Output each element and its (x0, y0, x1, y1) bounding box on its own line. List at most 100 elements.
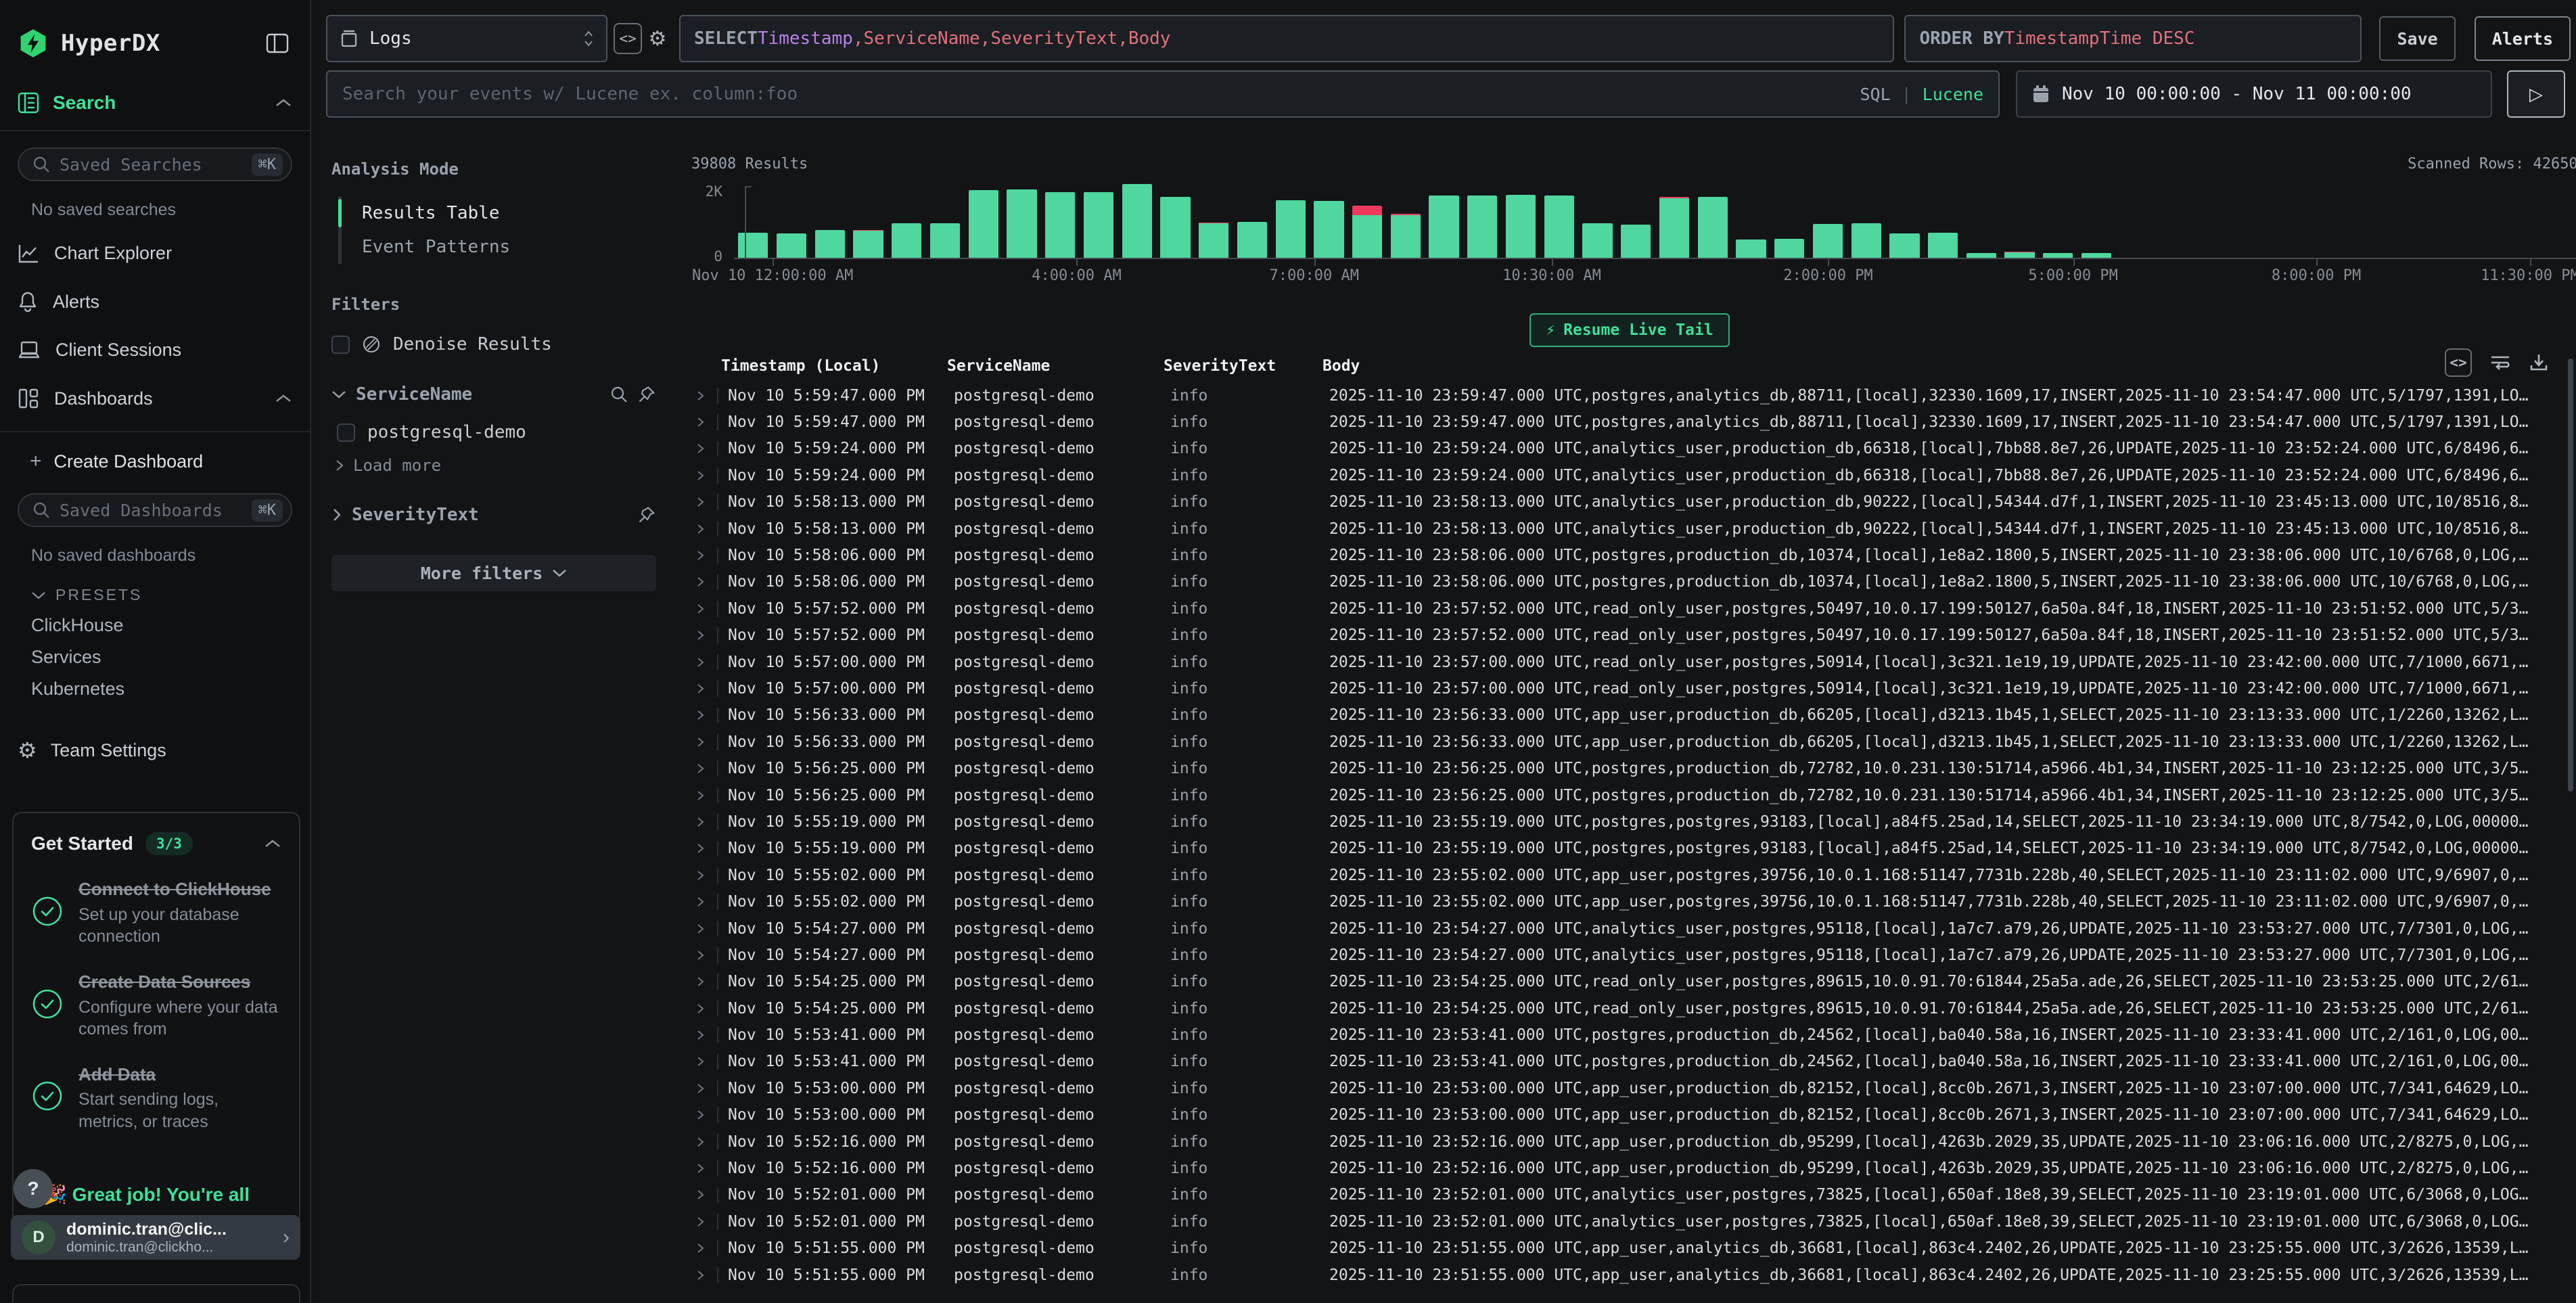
row-expand-icon[interactable] (683, 521, 718, 537)
table-row[interactable]: Nov 10 5:52:01.000 PMpostgresql-demoinfo… (683, 1208, 2576, 1235)
histogram-bar[interactable] (849, 183, 888, 258)
row-expand-icon[interactable] (683, 1214, 718, 1230)
row-expand-icon[interactable] (683, 574, 718, 591)
saved-dashboards-field[interactable] (60, 501, 242, 520)
histogram-bar[interactable] (1348, 183, 1387, 258)
table-row[interactable]: Nov 10 5:51:55.000 PMpostgresql-demoinfo… (683, 1262, 2576, 1288)
table-row[interactable]: Nov 10 5:55:19.000 PMpostgresql-demoinfo… (683, 836, 2576, 862)
row-expand-icon[interactable] (683, 627, 718, 643)
time-range-picker[interactable]: Nov 10 00:00:00 - Nov 11 00:00:00 (2016, 70, 2492, 118)
table-row[interactable]: Nov 10 5:55:19.000 PMpostgresql-demoinfo… (683, 808, 2576, 835)
user-menu[interactable]: D dominic.tran@clic... dominic.tran@clic… (11, 1215, 300, 1260)
histogram-bar[interactable] (1732, 183, 1770, 258)
table-row[interactable]: Nov 10 5:53:00.000 PMpostgresql-demoinfo… (683, 1075, 2576, 1101)
row-expand-icon[interactable] (683, 414, 718, 430)
row-expand-icon[interactable] (683, 814, 718, 830)
row-expand-icon[interactable] (683, 388, 718, 404)
table-row[interactable]: Nov 10 5:58:13.000 PMpostgresql-demoinfo… (683, 516, 2576, 542)
more-filters-button[interactable]: More filters (331, 555, 656, 591)
sidebar-item-chart-explorer[interactable]: Chart Explorer (0, 229, 310, 277)
histogram-bar[interactable] (773, 183, 811, 258)
table-row[interactable]: Nov 10 5:59:47.000 PMpostgresql-demoinfo… (683, 409, 2576, 435)
histogram-bar[interactable] (2461, 183, 2500, 258)
run-query-button[interactable]: ▷ (2507, 70, 2565, 118)
row-expand-icon[interactable] (683, 974, 718, 990)
histogram-bar[interactable] (1195, 183, 1233, 258)
histogram-bar[interactable] (1156, 183, 1195, 258)
histogram-bar[interactable] (1540, 183, 1578, 258)
code-mode-button[interactable]: <> (613, 21, 643, 56)
row-expand-icon[interactable] (683, 1134, 718, 1150)
histogram-bar[interactable] (1962, 183, 2001, 258)
histogram-bar[interactable] (1271, 183, 1310, 258)
table-row[interactable]: Nov 10 5:57:52.000 PMpostgresql-demoinfo… (683, 595, 2576, 622)
histogram-bar[interactable] (2154, 183, 2192, 258)
histogram-bar[interactable] (1617, 183, 1655, 258)
histogram-bar[interactable] (1041, 183, 1080, 258)
sidebar-item-client-sessions[interactable]: Client Sessions (0, 326, 310, 374)
row-expand-icon[interactable] (683, 867, 718, 884)
lucene-toggle[interactable]: Lucene (1923, 85, 1983, 104)
histogram-bar[interactable] (1885, 183, 1924, 258)
row-expand-icon[interactable] (683, 654, 718, 670)
chevron-up-icon[interactable] (275, 97, 292, 108)
chevron-up-icon[interactable] (264, 838, 281, 849)
table-row[interactable]: Nov 10 5:57:00.000 PMpostgresql-demoinfo… (683, 675, 2576, 702)
histogram-bar[interactable] (2039, 183, 2077, 258)
histogram-bar[interactable] (1425, 183, 1463, 258)
filter-group-severitytext[interactable]: SeverityText (331, 505, 656, 525)
row-expand-icon[interactable] (683, 494, 718, 510)
sidebar-item-alerts[interactable]: Alerts (0, 277, 310, 326)
table-row[interactable]: Nov 10 5:56:25.000 PMpostgresql-demoinfo… (683, 755, 2576, 781)
row-expand-icon[interactable] (683, 1080, 718, 1097)
row-expand-icon[interactable] (683, 760, 718, 777)
service-option-checkbox[interactable] (337, 424, 355, 442)
histogram-bar[interactable] (1003, 183, 1041, 258)
preset-item[interactable]: Kubernetes (0, 668, 310, 700)
load-more-button[interactable]: Load more (334, 456, 656, 475)
histogram-bar[interactable] (888, 183, 926, 258)
histogram-bar[interactable] (2077, 183, 2116, 258)
chevron-up-icon[interactable] (275, 393, 292, 404)
row-expand-icon[interactable] (683, 894, 718, 910)
histogram-bar[interactable] (2231, 183, 2270, 258)
row-expand-icon[interactable] (683, 1267, 718, 1283)
denoise-checkbox[interactable] (331, 336, 350, 354)
row-expand-icon[interactable] (683, 1240, 718, 1256)
histogram-bar[interactable] (2115, 183, 2154, 258)
source-settings-gear-icon[interactable]: ⚙ (643, 21, 672, 56)
row-expand-icon[interactable] (683, 467, 718, 484)
preset-item[interactable]: ClickHouse (0, 604, 310, 636)
table-row[interactable]: Nov 10 5:57:00.000 PMpostgresql-demoinfo… (683, 649, 2576, 675)
row-expand-icon[interactable] (683, 601, 718, 617)
table-row[interactable]: Nov 10 5:58:13.000 PMpostgresql-demoinfo… (683, 489, 2576, 516)
presets-header[interactable]: PRESETS (0, 566, 310, 604)
table-row[interactable]: Nov 10 5:59:24.000 PMpostgresql-demoinfo… (683, 436, 2576, 462)
column-header-severitytext[interactable]: SeverityText (1161, 357, 1320, 375)
table-row[interactable]: Nov 10 5:54:25.000 PMpostgresql-demoinfo… (683, 995, 2576, 1022)
get-started-step[interactable]: Create Data SourcesConfigure where your … (31, 971, 281, 1041)
histogram-bar[interactable] (1847, 183, 1885, 258)
histogram-bar[interactable] (1502, 183, 1540, 258)
histogram-bar[interactable] (2422, 183, 2461, 258)
table-row[interactable]: Nov 10 5:52:01.000 PMpostgresql-demoinfo… (683, 1182, 2576, 1208)
saved-searches-input[interactable]: ⌘K (18, 147, 292, 181)
get-started-step[interactable]: Connect to ClickHouseSet up your databas… (31, 878, 281, 948)
row-expand-icon[interactable] (683, 1054, 718, 1070)
row-expand-icon[interactable] (683, 734, 718, 750)
histogram-bar[interactable] (2192, 183, 2231, 258)
histogram-bar[interactable] (1578, 183, 1617, 258)
mode-results-table[interactable]: Results Table (342, 196, 656, 230)
table-row[interactable]: Nov 10 5:57:52.000 PMpostgresql-demoinfo… (683, 622, 2576, 649)
pin-icon[interactable] (637, 385, 656, 404)
table-row[interactable]: Nov 10 5:53:41.000 PMpostgresql-demoinfo… (683, 1022, 2576, 1048)
histogram-bar[interactable] (926, 183, 965, 258)
table-row[interactable]: Nov 10 5:55:02.000 PMpostgresql-demoinfo… (683, 888, 2576, 915)
row-expand-icon[interactable] (683, 547, 718, 564)
vertical-scrollbar[interactable] (2568, 359, 2573, 792)
row-expand-icon[interactable] (683, 1160, 718, 1176)
table-row[interactable]: Nov 10 5:55:02.000 PMpostgresql-demoinfo… (683, 862, 2576, 888)
column-header-servicename[interactable]: ServiceName (944, 357, 1161, 375)
histogram-bar[interactable] (1080, 183, 1118, 258)
table-row[interactable]: Nov 10 5:58:06.000 PMpostgresql-demoinfo… (683, 542, 2576, 568)
